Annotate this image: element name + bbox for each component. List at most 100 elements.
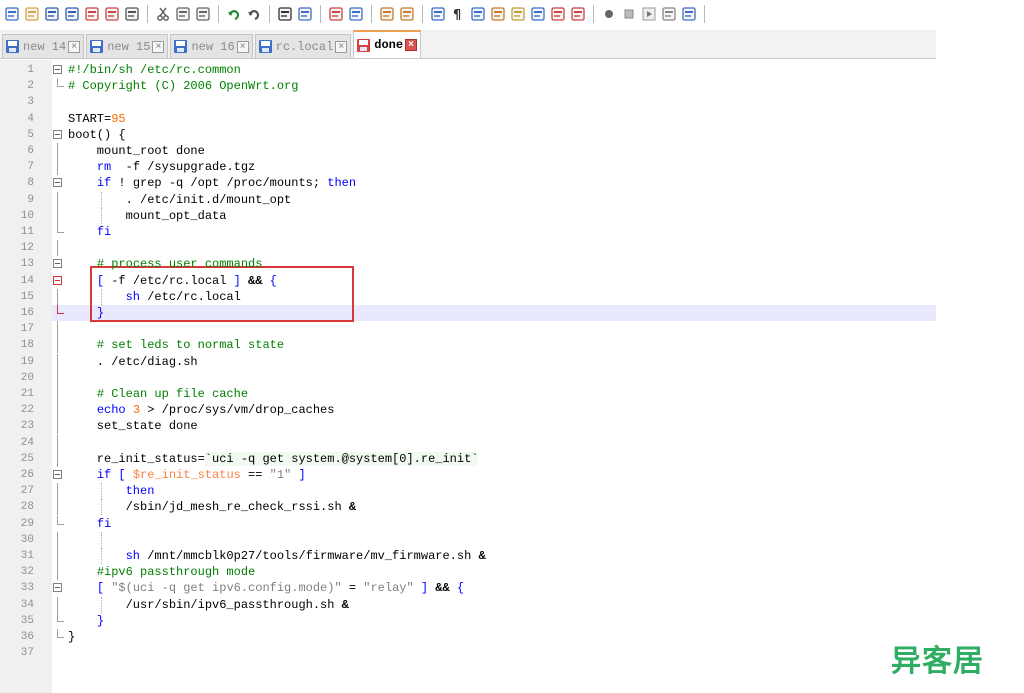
code-editor[interactable]: 1 #!/bin/sh /etc/rc.common 2 # Copyright (C… (0, 60, 936, 693)
code-line[interactable]: 2 # Copyright (C) 2006 OpenWrt.org (0, 78, 936, 94)
code-line[interactable]: 10 mount_opt_data (0, 207, 936, 224)
code-line[interactable]: 25 re_init_status=`uci -q get system.@sy… (0, 450, 936, 467)
close-tab-icon[interactable]: × (236, 40, 249, 53)
code-line[interactable]: 23 set_state done (0, 418, 936, 435)
code-line[interactable]: 21 # Clean up file cache (0, 386, 936, 402)
user-language-icon[interactable] (489, 5, 507, 23)
run-macro-multiple-icon[interactable] (660, 5, 678, 23)
tab-label: new 14 (23, 39, 67, 54)
code-text: } (68, 305, 104, 321)
code-line[interactable]: 30 (0, 531, 936, 548)
close-tab-icon[interactable]: × (68, 40, 81, 53)
code-line[interactable]: 4 START=95 (0, 111, 936, 127)
tab-new-15[interactable]: new 15 × (86, 34, 169, 58)
fold-toggle-icon[interactable] (53, 583, 62, 593)
code-line[interactable]: 37 (0, 645, 936, 661)
code-line[interactable]: 19 . /etc/diag.sh (0, 353, 936, 370)
code-line[interactable]: 1 #!/bin/sh /etc/rc.common (0, 62, 936, 78)
code-line[interactable]: 6 mount_root done (0, 143, 936, 159)
code-line[interactable]: 33 [ "$(uci -q get ipv6.config.mode)" = … (0, 580, 936, 596)
code-line[interactable]: 27 then (0, 483, 936, 500)
fold-toggle-icon[interactable] (53, 470, 62, 479)
indent-guide-icon[interactable] (469, 5, 487, 23)
find-icon[interactable] (276, 5, 294, 23)
tab-done[interactable]: done × (353, 30, 422, 58)
code-line[interactable]: 35 } (0, 612, 936, 629)
cut-icon[interactable] (154, 5, 172, 23)
zoom-out-icon[interactable] (347, 5, 365, 23)
replace-icon[interactable] (296, 5, 314, 23)
toolbar-separator (218, 5, 219, 23)
stop-macro-icon[interactable] (620, 5, 638, 23)
code-line[interactable]: 31 sh /mnt/mmcblk0p27/tools/firmware/mv_… (0, 548, 936, 564)
toolbar-separator (147, 5, 148, 23)
line-number: 5 (27, 128, 34, 141)
code-line[interactable]: 9 . /etc/init.d/mount_opt (0, 191, 936, 208)
close-tab-icon[interactable]: × (405, 39, 418, 51)
fold-toggle-icon[interactable] (53, 259, 62, 269)
code-line[interactable]: 34 /usr/sbin/ipv6_passthrough.sh & (0, 596, 936, 613)
code-line[interactable]: 36} (0, 629, 936, 645)
sync-vertical-icon[interactable] (378, 5, 396, 23)
code-line[interactable]: 14 [ -f /etc/rc.local ] && { (0, 273, 936, 289)
code-line[interactable]: 7 rm -f /sysupgrade.tgz (0, 159, 936, 176)
code-line[interactable]: 15 sh /etc/rc.local (0, 288, 936, 305)
save-macro-icon[interactable] (680, 5, 698, 23)
fold-toggle-icon[interactable] (53, 65, 62, 74)
fold-toggle-icon[interactable] (53, 178, 62, 188)
code-line[interactable]: 26 if [ $re_init_status == "1" ] (0, 467, 936, 483)
code-line[interactable]: 32 #ipv6 passthrough mode (0, 564, 936, 581)
doc-map-icon[interactable] (509, 5, 527, 23)
show-all-chars-icon[interactable]: ¶ (449, 5, 467, 23)
code-line[interactable]: 8 if ! grep -q /opt /proc/mounts; then (0, 175, 936, 191)
tab-rc-local[interactable]: rc.local × (254, 34, 352, 58)
print-icon[interactable] (123, 5, 141, 23)
tab-new-14[interactable]: new 14 × (2, 34, 85, 58)
new-file-icon[interactable] (3, 5, 21, 23)
code-text: if ! grep -q /opt /proc/mounts; then (68, 175, 356, 191)
code-line[interactable]: 24 (0, 434, 936, 451)
save-icon[interactable] (43, 5, 61, 23)
code-line[interactable]: 22 echo 3 > /proc/sys/vm/drop_caches (0, 402, 936, 419)
close-tab-icon[interactable]: × (152, 40, 165, 53)
copy-icon[interactable] (174, 5, 192, 23)
code-line[interactable]: 12 (0, 240, 936, 257)
code-line[interactable]: 17 (0, 321, 936, 338)
fold-toggle-icon[interactable] (53, 129, 62, 139)
folder-workspace-icon[interactable] (549, 5, 567, 23)
monitor-icon[interactable] (569, 5, 587, 23)
code-line[interactable]: 16 } (0, 305, 936, 321)
close-tab-icon[interactable]: × (335, 40, 348, 53)
code-line[interactable]: 5 boot() { (0, 127, 936, 143)
code-text: fi (68, 516, 111, 532)
record-macro-icon[interactable] (600, 5, 618, 23)
play-macro-icon[interactable] (640, 5, 658, 23)
save-all-icon[interactable] (63, 5, 81, 23)
code-line[interactable]: 29 fi (0, 515, 936, 532)
zoom-in-icon[interactable] (327, 5, 345, 23)
file-icon (6, 40, 19, 53)
undo-icon[interactable] (225, 5, 243, 23)
redo-icon[interactable] (245, 5, 263, 23)
function-list-icon[interactable] (529, 5, 547, 23)
code-token: = (341, 581, 364, 596)
word-wrap-icon[interactable] (429, 5, 447, 23)
close-all-icon[interactable] (103, 5, 121, 23)
code-line[interactable]: 11 fi (0, 224, 936, 240)
sync-horizontal-icon[interactable] (398, 5, 416, 23)
open-file-icon[interactable] (23, 5, 41, 23)
close-icon[interactable] (83, 5, 101, 23)
code-line[interactable]: 18 # set leds to normal state (0, 337, 936, 354)
code-line[interactable]: 28 /sbin/jd_mesh_re_check_rssi.sh & (0, 499, 936, 516)
code-line[interactable]: 20 (0, 369, 936, 386)
paste-icon[interactable] (194, 5, 212, 23)
code-line[interactable]: 3 (0, 94, 936, 110)
code-line[interactable]: 13 # process user commands (0, 256, 936, 272)
code-token: . /etc/diag.sh (68, 354, 198, 369)
line-number: 36 (20, 631, 34, 643)
fold-toggle-icon[interactable] (53, 275, 62, 285)
tab-new-16[interactable]: new 16 × (170, 34, 253, 58)
